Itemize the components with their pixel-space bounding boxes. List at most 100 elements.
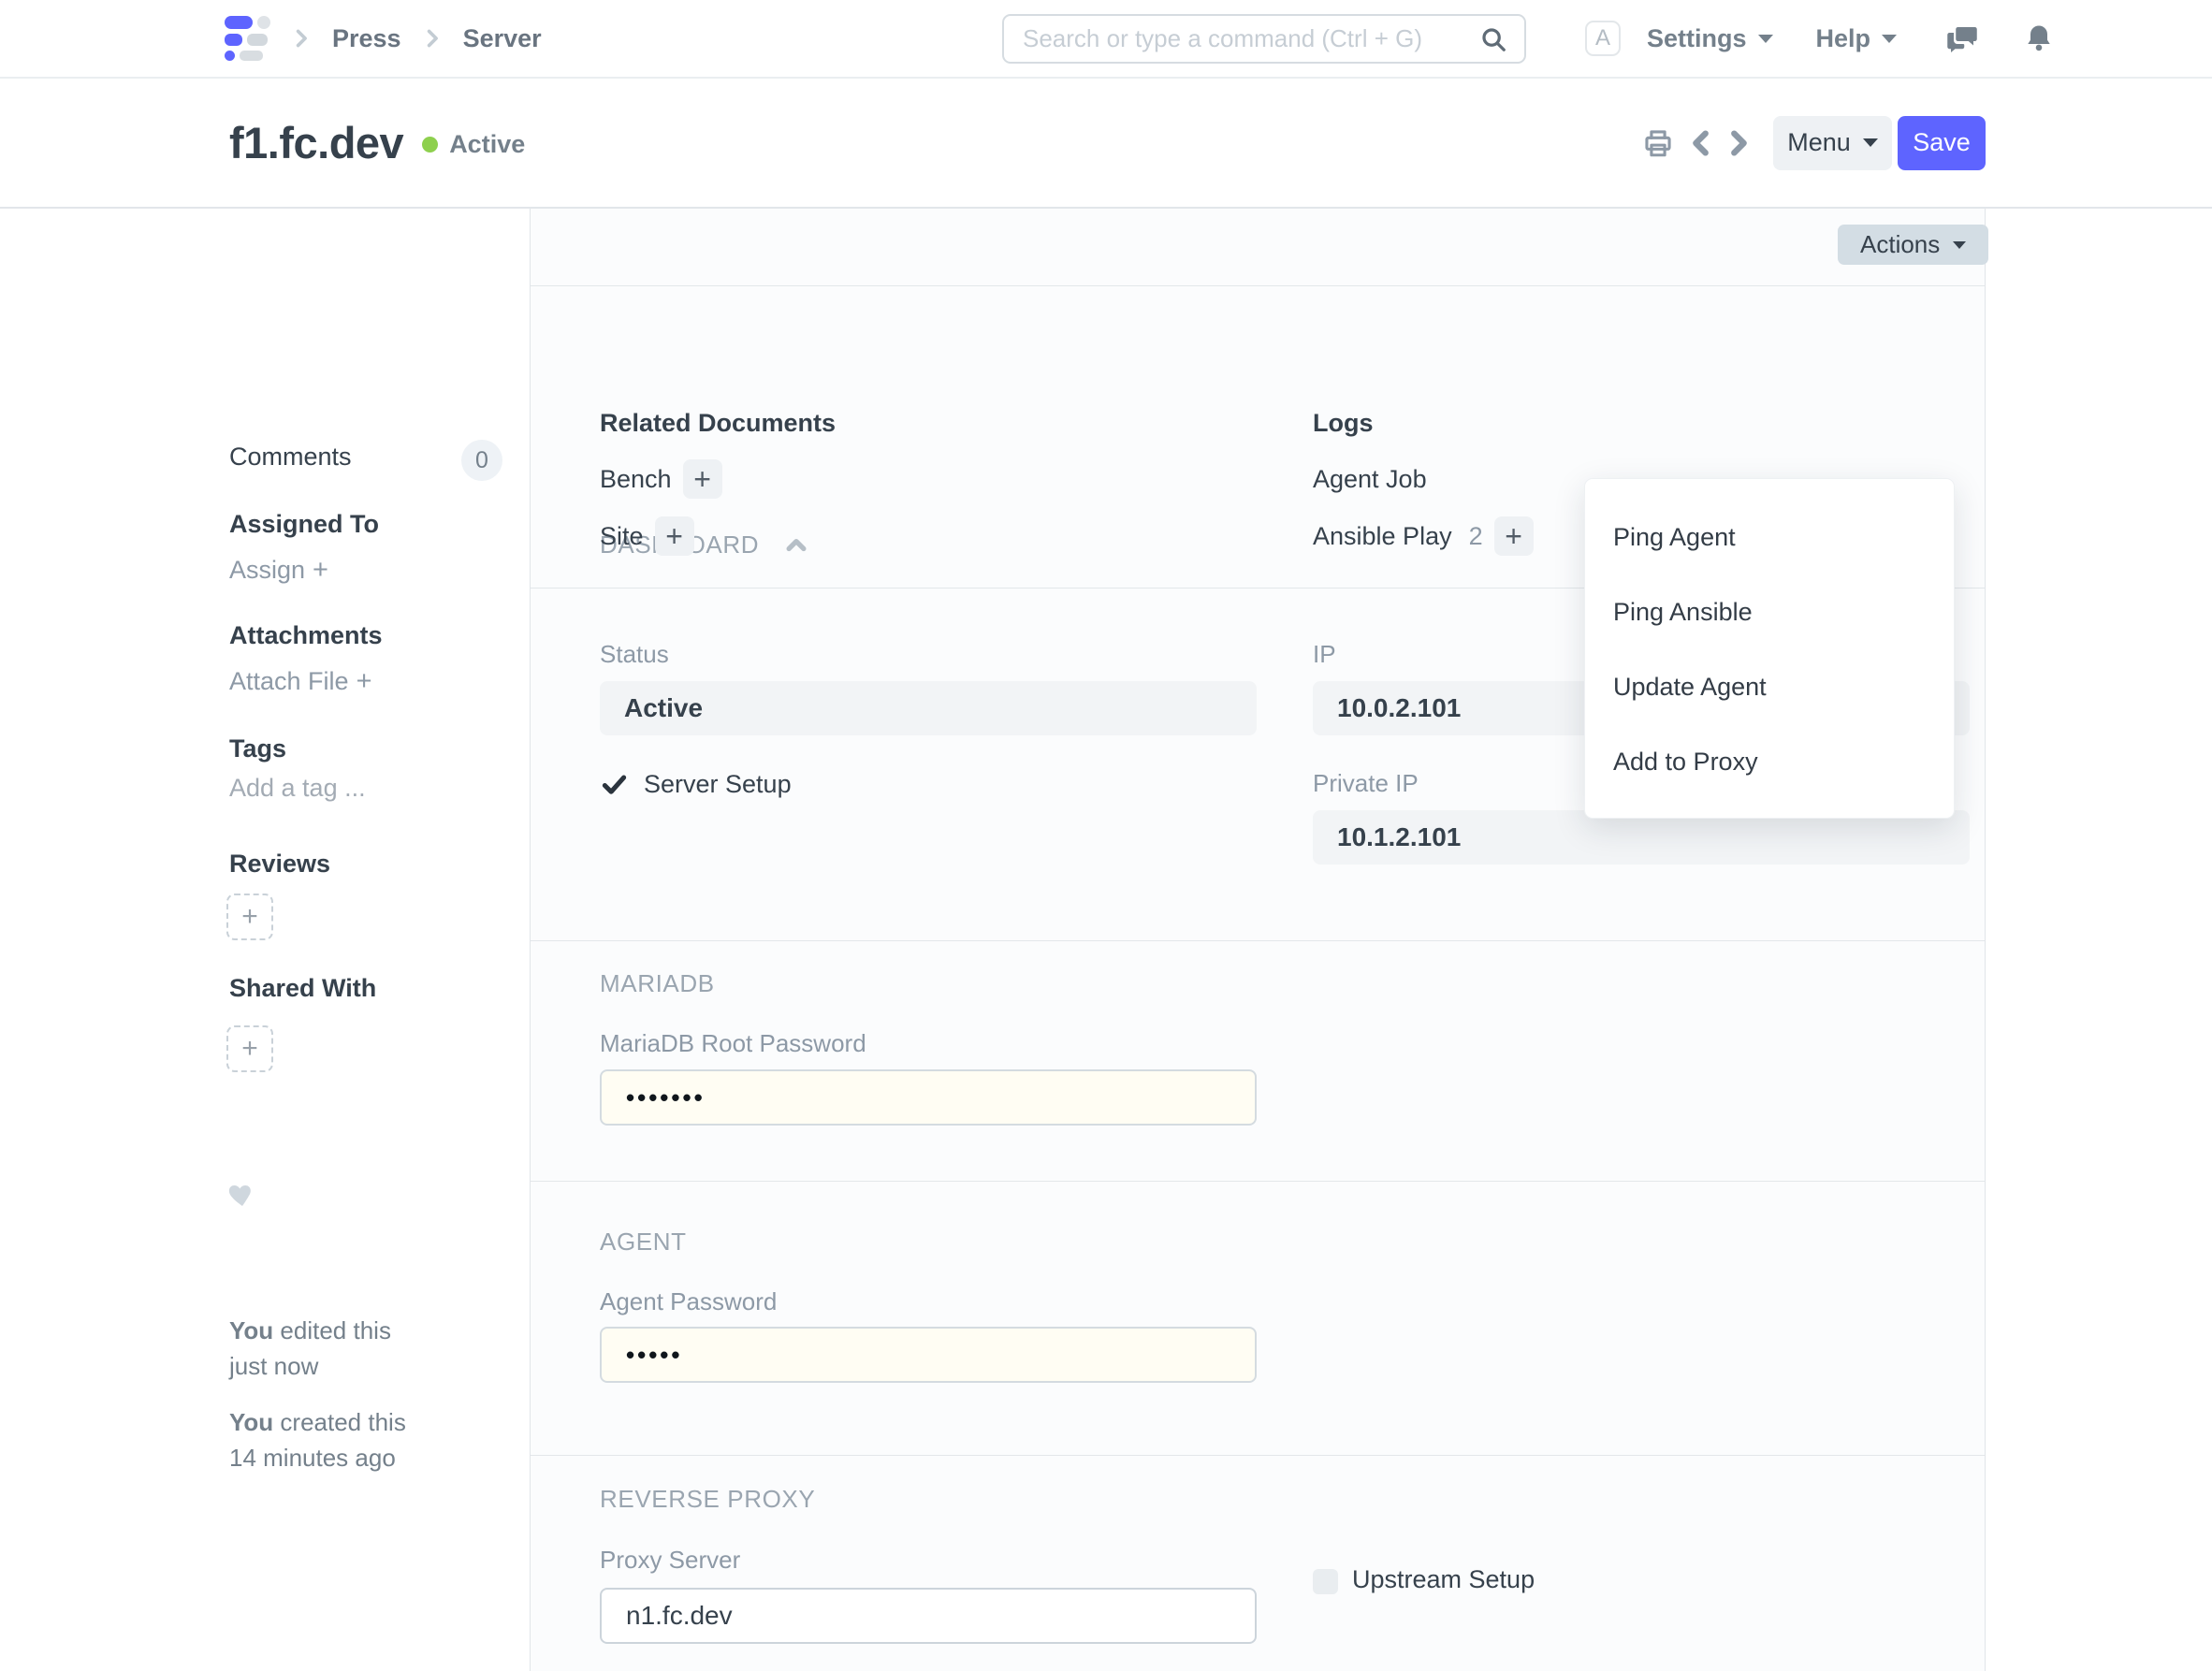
edited-when: just now bbox=[229, 1352, 318, 1380]
chevron-down-icon bbox=[1863, 138, 1878, 147]
menu-button-label: Menu bbox=[1787, 128, 1851, 157]
plus-icon: + bbox=[313, 555, 328, 585]
status-indicator-dot bbox=[422, 137, 438, 153]
help-menu[interactable]: Help bbox=[1816, 24, 1898, 53]
add-review-button[interactable]: + bbox=[226, 894, 273, 940]
comments-link[interactable]: Comments bbox=[229, 443, 352, 472]
chevron-up-icon bbox=[783, 532, 809, 559]
upstream-setup-checkbox[interactable] bbox=[1313, 1569, 1338, 1594]
like-heart-icon[interactable] bbox=[226, 1180, 258, 1210]
add-ansible-play-button[interactable]: + bbox=[1494, 516, 1534, 556]
settings-menu[interactable]: Settings bbox=[1647, 24, 1773, 53]
status-badge: Active bbox=[449, 130, 525, 159]
mariadb-password-label: MariaDB Root Password bbox=[600, 1029, 866, 1058]
status-field-label: Status bbox=[600, 640, 669, 669]
proxy-server-label: Proxy Server bbox=[600, 1546, 740, 1575]
menu-item-ping-agent[interactable]: Ping Agent bbox=[1585, 500, 1954, 574]
ansible-play-link[interactable]: Ansible Play bbox=[1313, 522, 1452, 551]
private-ip-field-label: Private IP bbox=[1313, 769, 1419, 798]
section-divider bbox=[531, 940, 1985, 941]
assigned-to-heading: Assigned To bbox=[229, 510, 379, 539]
server-setup-checkbox[interactable]: Server Setup bbox=[602, 767, 792, 801]
frappe-logo-icon[interactable] bbox=[225, 16, 270, 61]
actions-button[interactable]: Actions bbox=[1838, 225, 1988, 265]
tags-heading: Tags bbox=[229, 734, 286, 763]
page-header: f1.fc.dev Active Menu Save bbox=[0, 79, 2212, 209]
upstream-setup-label: Upstream Setup bbox=[1352, 1565, 1535, 1594]
form-body: Actions DASHBOARD Related Documents Benc… bbox=[530, 209, 1986, 1671]
main-area: Comments 0 Assigned To Assign+ Attachmen… bbox=[0, 209, 2212, 1671]
logs-heading: Logs bbox=[1313, 409, 1374, 438]
menu-item-ping-ansible[interactable]: Ping Ansible bbox=[1585, 574, 1954, 649]
menu-item-update-agent[interactable]: Update Agent bbox=[1585, 649, 1954, 724]
agent-job-link[interactable]: Agent Job bbox=[1313, 465, 1427, 494]
prev-document-icon[interactable] bbox=[1687, 129, 1715, 157]
add-bench-button[interactable]: + bbox=[683, 459, 722, 499]
search-icon[interactable] bbox=[1479, 25, 1507, 53]
ansible-play-count: 2 bbox=[1469, 522, 1483, 551]
created-when: 14 minutes ago bbox=[229, 1444, 396, 1472]
agent-password-input[interactable]: ••••• bbox=[600, 1327, 1257, 1383]
site-link[interactable]: Site bbox=[600, 522, 644, 551]
attach-file-button[interactable]: Attach File + bbox=[229, 666, 372, 697]
help-label: Help bbox=[1816, 24, 1871, 53]
menu-button[interactable]: Menu bbox=[1773, 116, 1892, 170]
dashboard-row-site: Site + bbox=[600, 516, 694, 556]
reverse-proxy-section-label: REVERSE PROXY bbox=[600, 1485, 815, 1514]
shared-with-heading: Shared With bbox=[229, 974, 376, 1003]
avatar[interactable]: A bbox=[1585, 21, 1621, 56]
created-info: You created this 14 minutes ago bbox=[229, 1404, 406, 1475]
reviews-heading: Reviews bbox=[229, 850, 330, 879]
chat-icon[interactable] bbox=[1945, 22, 1979, 55]
proxy-server-value: n1.fc.dev bbox=[626, 1601, 733, 1631]
dashboard-row-bench: Bench + bbox=[600, 459, 722, 499]
assign-button[interactable]: Assign+ bbox=[229, 555, 328, 586]
actions-button-label: Actions bbox=[1860, 230, 1940, 259]
add-tag-input[interactable]: Add a tag ... bbox=[229, 774, 366, 803]
mariadb-section-label: MARIADB bbox=[600, 969, 715, 998]
mariadb-password-input[interactable]: ••••••• bbox=[600, 1069, 1257, 1126]
next-document-icon[interactable] bbox=[1724, 129, 1753, 157]
created-action: created this bbox=[280, 1408, 405, 1436]
section-divider bbox=[531, 1455, 1985, 1456]
agent-section-label: AGENT bbox=[600, 1228, 687, 1257]
created-who: You bbox=[229, 1408, 273, 1436]
attach-file-label: Attach File bbox=[229, 667, 349, 695]
edited-who: You bbox=[229, 1316, 273, 1344]
dashboard-row-agent-job: Agent Job bbox=[1313, 459, 1427, 499]
add-site-button[interactable]: + bbox=[655, 516, 694, 556]
edited-action: edited this bbox=[280, 1316, 391, 1344]
proxy-server-input[interactable]: n1.fc.dev bbox=[600, 1588, 1257, 1644]
menu-item-add-to-proxy[interactable]: Add to Proxy bbox=[1585, 724, 1954, 799]
search-input[interactable] bbox=[1004, 16, 1479, 62]
settings-label: Settings bbox=[1647, 24, 1747, 53]
add-share-button[interactable]: + bbox=[226, 1025, 273, 1072]
bench-link[interactable]: Bench bbox=[600, 465, 672, 494]
dashboard-row-ansible-play: Ansible Play 2 + bbox=[1313, 516, 1534, 556]
masked-password: ••••• bbox=[626, 1341, 683, 1370]
section-divider bbox=[531, 285, 1985, 286]
chevron-down-icon bbox=[1953, 241, 1966, 249]
form-sidebar: Comments 0 Assigned To Assign+ Attachmen… bbox=[0, 209, 530, 1671]
section-divider bbox=[531, 1181, 1985, 1182]
breadcrumb-press[interactable]: Press bbox=[332, 24, 401, 53]
status-field-value: Active bbox=[600, 681, 1257, 735]
global-search bbox=[1002, 14, 1526, 64]
navbar: Press Server A Settings Help bbox=[0, 0, 2212, 79]
chevron-right-icon bbox=[422, 28, 443, 49]
masked-password: ••••••• bbox=[626, 1083, 706, 1112]
chevron-down-icon bbox=[1882, 35, 1897, 43]
page-title: f1.fc.dev bbox=[229, 117, 403, 168]
save-button[interactable]: Save bbox=[1898, 116, 1986, 170]
edited-info: You edited this just now bbox=[229, 1313, 391, 1384]
plus-icon: + bbox=[357, 666, 372, 696]
server-setup-label: Server Setup bbox=[644, 770, 792, 799]
checkmark-icon bbox=[602, 772, 627, 797]
breadcrumb-server[interactable]: Server bbox=[463, 24, 542, 53]
related-documents-heading: Related Documents bbox=[600, 409, 836, 438]
actions-dropdown-menu: Ping Agent Ping Ansible Update Agent Add… bbox=[1584, 478, 1955, 819]
notifications-bell-icon[interactable] bbox=[2022, 22, 2056, 55]
comments-count-badge: 0 bbox=[461, 440, 502, 481]
print-icon[interactable] bbox=[1642, 127, 1674, 159]
ip-field-label: IP bbox=[1313, 640, 1336, 669]
